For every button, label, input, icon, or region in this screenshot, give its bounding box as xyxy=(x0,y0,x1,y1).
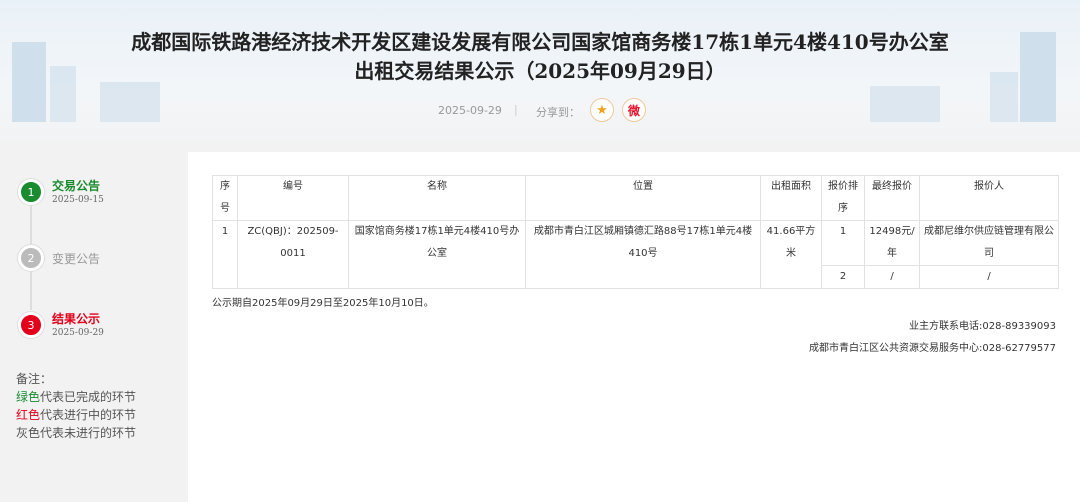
result-table: 序号 编号 名称 位置 出租面积 报价排序 最终报价 报价人 1 ZC(QBJ)… xyxy=(212,175,1059,289)
page-title-line1: 成都国际铁路港经济技术开发区建设发展有限公司国家馆商务楼17栋1单元4楼410号… xyxy=(131,30,949,54)
cell-price: 12498元/年 xyxy=(864,220,920,266)
note-red-word: 红色 xyxy=(16,408,41,422)
center-contact: 成都市青白江区公共资源交易服务中心:028-62779577 xyxy=(809,343,1056,354)
note-red-text: 代表进行中的环节 xyxy=(40,408,137,422)
step-connector xyxy=(30,270,32,310)
step-date: 2025-09-15 xyxy=(52,195,104,205)
step-number: 1 xyxy=(18,179,44,205)
note-green-text: 代表已完成的环节 xyxy=(40,390,137,404)
step-label: 结果公示 xyxy=(52,312,101,326)
col-price-header: 最终报价 xyxy=(864,175,920,221)
cell-code: ZC(QBJ)：202509-0011 xyxy=(237,220,349,289)
step-number: 2 xyxy=(18,245,44,271)
table-header-row: 序号 编号 名称 位置 出租面积 报价排序 最终报价 报价人 xyxy=(212,175,1059,221)
meta-bar: 2025-09-29 | 分享到： ★ 微 xyxy=(0,98,1080,122)
page-title-line2: 出租交易结果公示（2025年09月29日） xyxy=(354,59,726,83)
cell-bidder: / xyxy=(919,265,1059,289)
note-gray: 灰色代表未进行的环节 xyxy=(16,426,137,440)
col-location-header: 位置 xyxy=(525,175,761,221)
note-green: 绿色代表已完成的环节 xyxy=(16,388,136,406)
publicity-period: 公示期自2025年09月29日至2025年10月10日。 xyxy=(212,298,434,309)
progress-sidebar: 1 交易公告 2025-09-15 2 变更公告 3 结果公示 2025-09-… xyxy=(0,152,188,502)
cell-index: 1 xyxy=(212,220,238,289)
col-rank-header: 报价排序 xyxy=(821,175,865,221)
table-row: 1 ZC(QBJ)：202509-0011 国家馆商务楼17栋1单元4楼410号… xyxy=(212,220,1059,289)
cell-bidder: 成都尼维尔供应链管理有限公司 xyxy=(919,220,1059,266)
header-banner: 成都国际铁路港经济技术开发区建设发展有限公司国家馆商务楼17栋1单元4楼410号… xyxy=(0,0,1080,152)
cell-rank: 1 xyxy=(821,220,865,266)
meta-separator: | xyxy=(514,103,518,116)
weibo-icon[interactable]: 微 xyxy=(622,98,646,122)
col-bidder-header: 报价人 xyxy=(919,175,1059,221)
step-number: 3 xyxy=(18,312,44,338)
cell-rank: 2 xyxy=(821,265,865,289)
step-connector xyxy=(30,204,32,244)
col-index-header: 序号 xyxy=(212,175,238,221)
page-title: 成都国际铁路港经济技术开发区建设发展有限公司国家馆商务楼17栋1单元4楼410号… xyxy=(0,28,1080,86)
col-area-header: 出租面积 xyxy=(760,175,822,221)
owner-contact: 业主方联系电话:028-89339093 xyxy=(909,321,1056,332)
step-label: 交易公告 xyxy=(52,179,101,193)
publish-date: 2025-09-29 xyxy=(438,104,502,117)
col-name-header: 名称 xyxy=(348,175,526,221)
cell-price: / xyxy=(864,265,920,289)
legend-notes: 备注： 绿色代表已完成的环节 红色代表进行中的环节 灰色代表未进行的环节 xyxy=(16,370,136,442)
note-green-word: 绿色 xyxy=(16,390,41,404)
cell-name: 国家馆商务楼17栋1单元4楼410号办公室 xyxy=(348,220,526,289)
note-red: 红色代表进行中的环节 xyxy=(16,406,136,424)
col-code-header: 编号 xyxy=(237,175,349,221)
cell-area: 41.66平方米 xyxy=(760,220,822,289)
main-content: 序号 编号 名称 位置 出租面积 报价排序 最终报价 报价人 1 ZC(QBJ)… xyxy=(188,152,1080,502)
share-label: 分享到： xyxy=(536,106,580,119)
step-date: 2025-09-29 xyxy=(52,328,104,338)
step-label: 变更公告 xyxy=(52,252,101,266)
notes-title: 备注： xyxy=(16,372,53,386)
cell-location: 成都市青白江区城厢镇德汇路88号17栋1单元4楼410号 xyxy=(525,220,761,289)
qzone-star-icon[interactable]: ★ xyxy=(590,98,614,122)
